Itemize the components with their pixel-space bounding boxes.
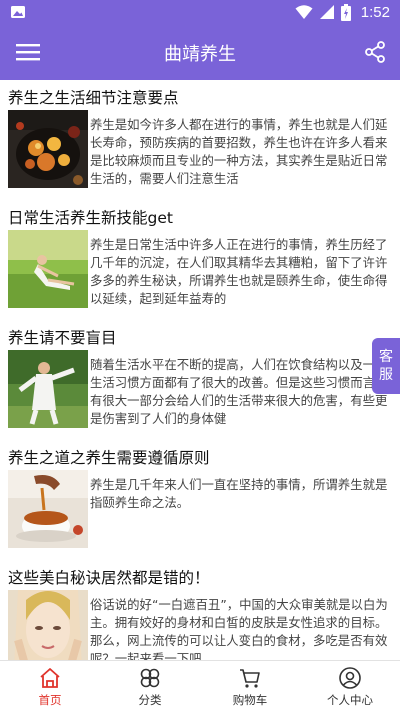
wifi-icon: [295, 5, 313, 19]
article-thumbnail: [8, 110, 88, 188]
article-title: 这些美白秘诀居然都是错的！: [8, 569, 210, 587]
gallery-icon: [11, 6, 25, 18]
article-title: 养生请不要盲目: [8, 329, 117, 347]
tab-label: 首页: [38, 693, 62, 707]
battery-icon: [340, 3, 351, 21]
article-description: 养生是日常生活中许多人正在进行的事情，养生历经了几千年的沉淀，在人们取其精华去其…: [90, 237, 388, 306]
user-icon: [339, 667, 361, 689]
category-icon: [140, 668, 160, 688]
customer-service-button[interactable]: 客服: [372, 338, 400, 394]
article-description: 养生是如今许多人都在进行的事情，养生也就是人们延长寿命，预防疾病的首要招数，养生…: [90, 117, 388, 186]
article-title: 日常生活养生新技能get: [8, 209, 173, 227]
tab-category[interactable]: 分类: [100, 661, 200, 711]
tab-profile[interactable]: 个人中心: [300, 661, 400, 711]
signal-icon: [319, 5, 334, 19]
status-time: 1:52: [360, 3, 390, 21]
tab-label: 分类: [138, 693, 162, 707]
article-thumbnail: [8, 470, 88, 548]
app-header: 曲靖养生: [0, 24, 400, 80]
article-title: 养生之道之养生需要遵循原则: [8, 449, 210, 467]
article-description: 养生是几千年来人们一直在坚持的事情，所谓养生就是指颐养生命之法。: [90, 477, 388, 510]
tab-cart[interactable]: 购物车: [200, 661, 300, 711]
article-thumbnail: [8, 230, 88, 308]
article-thumbnail: [8, 590, 88, 660]
article-description: 俗话说的好“一白遮百丑”，中国的大众审美就是以白为主。拥有姣好的身材和白皙的皮肤…: [90, 597, 388, 660]
article-description: 随着生活水平在不断的提高，人们在饮食结构以及一些生活习惯方面都有了很大的改善。但…: [90, 357, 388, 426]
page-title: 曲靖养生: [164, 44, 236, 65]
article-title: 养生之生活细节注意要点: [8, 89, 179, 107]
home-icon: [40, 668, 60, 688]
tab-label: 购物车: [232, 693, 268, 707]
status-icons: 1:52: [295, 3, 390, 21]
article-list: 养生之生活细节注意要点 养生是如今许多人都在进行的事情，养生也就是人们延长寿命，…: [0, 80, 400, 660]
tab-label: 个人中心: [327, 693, 373, 707]
share-icon[interactable]: [362, 39, 388, 65]
cart-icon: [240, 669, 260, 688]
bottom-tab-bar: 首页 分类 购物车 个人中心: [0, 660, 400, 711]
article-thumbnail: [8, 350, 88, 428]
status-bar: 1:52: [0, 0, 400, 24]
tab-home[interactable]: 首页: [0, 661, 100, 711]
